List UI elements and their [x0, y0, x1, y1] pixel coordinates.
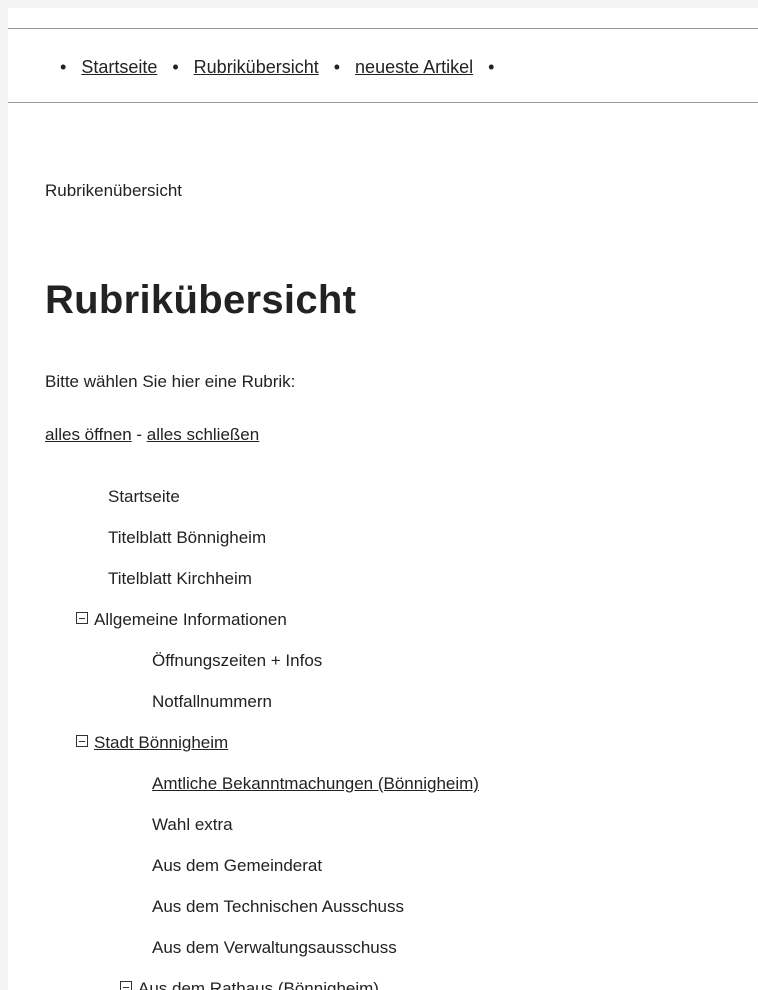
expand-collapse-links: alles öffnen - alles schließen	[45, 425, 259, 445]
tree-item[interactable]: Titelblatt Bönnigheim	[8, 517, 758, 558]
expand-all-link[interactable]: alles öffnen	[45, 425, 132, 444]
tree-item-label[interactable]: Aus dem Rathaus (Bönnigheim)	[138, 968, 379, 990]
tree-item-label[interactable]: Aus dem Gemeinderat	[152, 845, 322, 886]
tree-item[interactable]: Startseite	[8, 476, 758, 517]
page: • Startseite • Rubrikübersicht • neueste Arti…	[8, 8, 758, 990]
nav-link-rubrikuebersicht[interactable]: Rubrikübersicht	[194, 57, 319, 77]
tree-item[interactable]: Aus dem Verwaltungsausschuss	[8, 927, 758, 968]
tree-item-label[interactable]: Aus dem Technischen Ausschuss	[152, 886, 404, 927]
collapse-icon[interactable]	[76, 735, 88, 747]
tree-item-label[interactable]: Titelblatt Kirchheim	[108, 558, 252, 599]
nav-link-startseite[interactable]: Startseite	[81, 57, 157, 77]
tree-item-label[interactable]: Aus dem Verwaltungsausschuss	[152, 927, 397, 968]
nav-bullet: •	[172, 57, 179, 77]
tree-item-label[interactable]: Öffnungszeiten + Infos	[152, 640, 322, 681]
tree-item[interactable]: Aus dem Gemeinderat	[8, 845, 758, 886]
tree-item-label[interactable]: Startseite	[108, 476, 180, 517]
tree-item-label[interactable]: Stadt Bönnigheim	[94, 722, 228, 763]
top-navigation: • Startseite • Rubrikübersicht • neueste Arti…	[8, 28, 758, 103]
tree-item-label[interactable]: Notfallnummern	[152, 681, 272, 722]
tree-item-label[interactable]: Wahl extra	[152, 804, 233, 845]
tree-item[interactable]: Wahl extra	[8, 804, 758, 845]
tree-item[interactable]: Titelblatt Kirchheim	[8, 558, 758, 599]
tree-item[interactable]: Aus dem Technischen Ausschuss	[8, 886, 758, 927]
nav-link-neueste-artikel[interactable]: neueste Artikel	[355, 57, 473, 77]
nav-bullet: •	[333, 57, 341, 77]
nav-bullet: •	[488, 57, 495, 77]
tree-item[interactable]: Amtliche Bekanntmachungen (Bönnigheim)	[8, 763, 758, 804]
collapse-icon[interactable]	[76, 612, 88, 624]
tree-item-label[interactable]: Amtliche Bekanntmachungen (Bönnigheim)	[152, 763, 479, 804]
tree-item[interactable]: Notfallnummern	[8, 681, 758, 722]
toggle-separator: -	[131, 425, 147, 444]
tree-item-label[interactable]: Allgemeine Informationen	[94, 599, 287, 640]
tree-item[interactable]: Aus dem Rathaus (Bönnigheim)	[8, 968, 758, 990]
page-title: Rubrikübersicht	[45, 278, 357, 322]
top-navigation-links: • Startseite • Rubrikübersicht • neueste Arti…	[60, 57, 509, 78]
breadcrumb: Rubrikenübersicht	[45, 181, 183, 200]
tree-item-label[interactable]: Titelblatt Bönnigheim	[108, 517, 266, 558]
intro-text: Bitte wählen Sie hier eine Rubrik:	[45, 372, 296, 391]
collapse-all-link[interactable]: alles schließen	[147, 425, 259, 444]
tree-item[interactable]: Stadt Bönnigheim	[8, 722, 758, 763]
nav-bullet: •	[60, 57, 67, 77]
tree-item[interactable]: Allgemeine Informationen	[8, 599, 758, 640]
collapse-icon[interactable]	[120, 981, 132, 990]
category-tree: Startseite Titelblatt Bönnigheim Titelblat…	[8, 476, 758, 990]
tree-item[interactable]: Öffnungszeiten + Infos	[8, 640, 758, 681]
